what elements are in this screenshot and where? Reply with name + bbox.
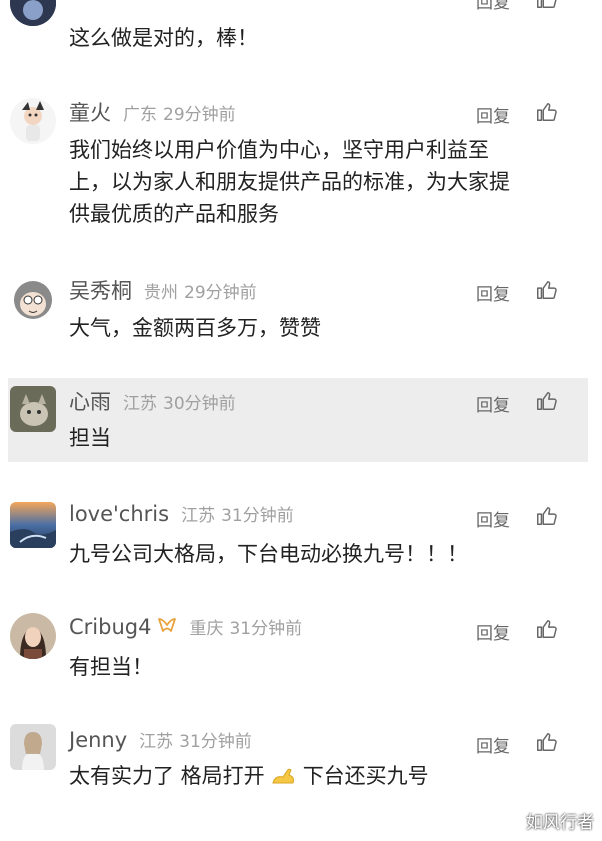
comment-text-part: 太有实力了 格局打开 [69,764,265,788]
comment-text: 有担当！ [69,655,153,679]
thumbs-up-icon[interactable] [535,101,557,123]
location: 重庆 [189,619,224,639]
comment-item: love'chris 江苏 31分钟前 回复 九号公司大格局，下台电动必换九号！… [0,496,602,586]
timestamp: 29分钟前 [184,283,257,303]
comment-item: Cribug4 重庆 31分钟前 回复 有担当！ [0,609,602,699]
comment-text: 我们始终以用户价值为中心，坚守用户利益至 上，以为家人和朋友提供产品的标准，为大… [69,134,569,230]
reply-button[interactable]: 回复 [476,732,510,757]
comment-text-part: 下台还买九号 [302,764,429,788]
thumbs-up-icon[interactable] [535,279,557,301]
comment-text: 太有实力了 格局打开 下台还买九号 [69,760,569,792]
timestamp: 31分钟前 [179,732,252,752]
avatar[interactable] [10,502,56,548]
reply-button[interactable]: 回复 [476,102,510,127]
comment-line: 上，以为家人和朋友提供产品的标准，为大家提 [69,170,510,194]
location: 广东 [123,105,157,125]
timestamp: 29分钟前 [163,105,236,125]
comment-meta: 心雨 江苏 30分钟前 [69,386,236,416]
reply-button[interactable]: 回复 [476,506,510,531]
username[interactable]: Jenny [69,728,127,752]
comment-text: 这么做是对的，棒！ [69,26,258,50]
comment-meta: 童火 广东 29分钟前 [69,97,236,127]
comment-item: 心雨 江苏 30分钟前 回复 担当 [8,378,588,462]
username[interactable]: 吴秀桐 [69,275,132,305]
thumbs-up-icon[interactable] [535,390,557,412]
location: 江苏 [123,394,157,414]
reply-button[interactable]: 回复 [476,619,510,644]
comment-line: 我们始终以用户价值为中心，坚守用户利益至 [69,138,489,162]
comment-line: 供最优质的产品和服务 [69,202,279,226]
thumbs-up-icon[interactable] [535,618,557,640]
avatar[interactable] [10,613,56,659]
avatar[interactable] [10,276,56,322]
avatar[interactable] [10,724,56,770]
avatar[interactable] [10,98,56,144]
reply-button[interactable]: 回复 [476,391,510,416]
username[interactable]: Cribug4 [69,615,151,639]
comment-item: 回复 这么做是对的，棒！ [0,0,602,70]
comment-item: 吴秀桐 贵州 29分钟前 回复 大气，金额两百多万，赞赞 [0,270,602,360]
avatar[interactable] [10,386,56,432]
comment-meta: love'chris 江苏 31分钟前 [69,501,294,531]
location: 贵州 [144,283,178,303]
comment-text: 担当 [69,426,111,450]
username[interactable]: 童火 [69,97,111,127]
username[interactable]: 心雨 [69,386,111,416]
comment-meta: 吴秀桐 贵州 29分钟前 [69,275,257,305]
timestamp: 31分钟前 [221,506,294,526]
reply-button[interactable]: 回复 [476,280,510,305]
watermark: 如风行者 [526,813,594,833]
comment-item: Jenny 江苏 31分钟前 回复 太有实力了 格局打开 下台还买九号 [0,722,602,812]
vip-badge-icon [158,618,177,632]
comment-text: 大气，金额两百多万，赞赞 [69,316,321,340]
thumbs-up-icon[interactable] [535,505,557,527]
timestamp: 30分钟前 [163,394,236,414]
comment-meta: Jenny 江苏 31分钟前 [69,727,252,757]
timestamp: 31分钟前 [229,619,303,639]
thumbs-up-icon[interactable] [535,0,557,10]
comment-item: 童火 广东 29分钟前 回复 我们始终以用户价值为中心，坚守用户利益至 上，以为… [0,92,602,242]
username[interactable]: love'chris [69,502,169,526]
avatar[interactable] [10,0,56,26]
flexed-arm-emoji-icon [272,768,294,784]
comment-text: 九号公司大格局，下台电动必换九号！！！ [69,542,468,566]
comment-meta: Cribug4 重庆 31分钟前 [69,614,302,644]
location: 江苏 [139,732,174,752]
thumbs-up-icon[interactable] [535,731,557,753]
location: 江苏 [181,506,216,526]
reply-button[interactable]: 回复 [476,0,510,13]
